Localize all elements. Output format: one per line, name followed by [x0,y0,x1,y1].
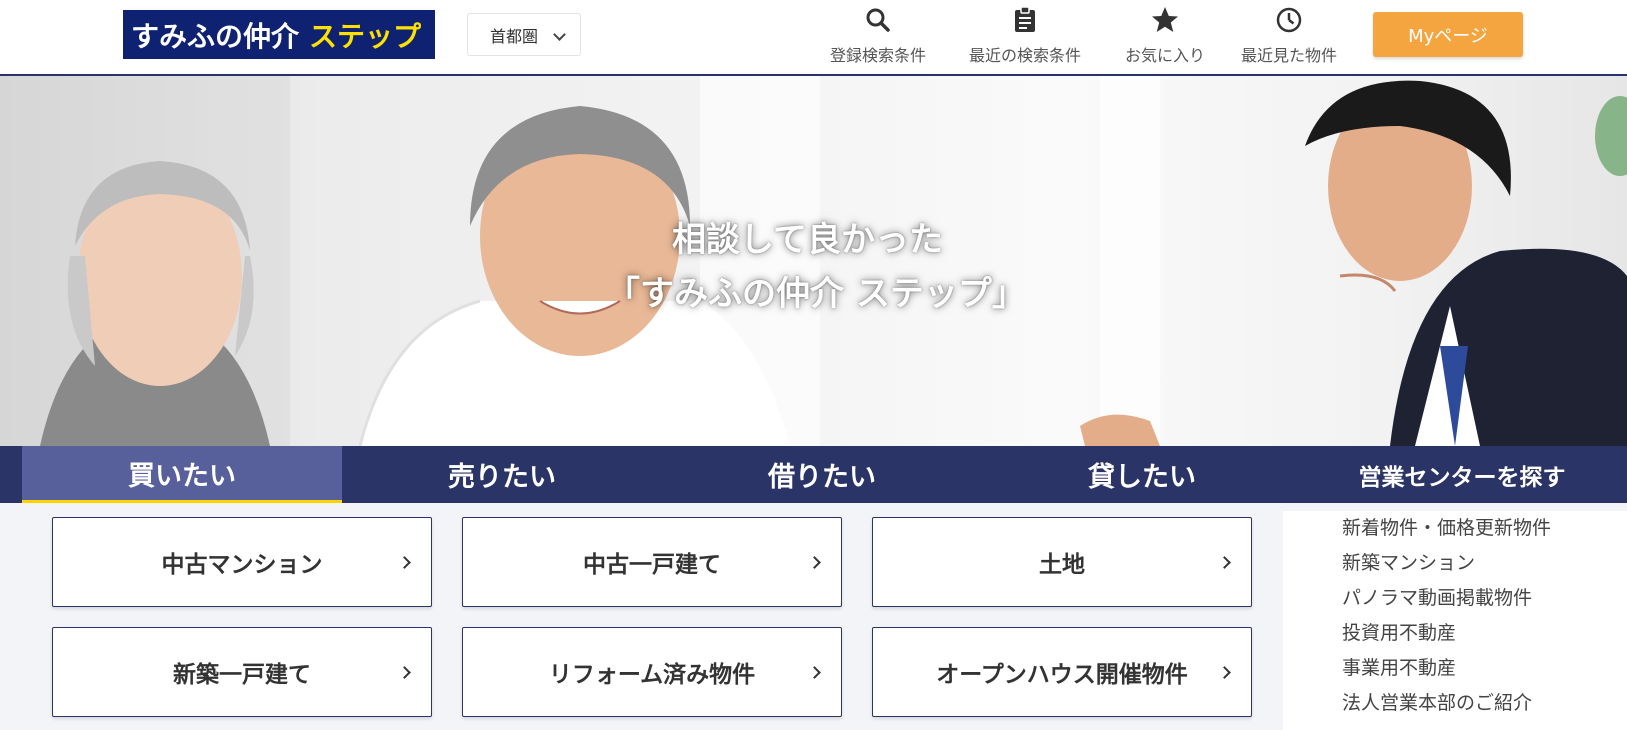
hero-banner: 相談して良かった 「すみふの仲介 ステップ」 [0,76,1627,446]
chevron-right-icon [808,556,821,569]
side-link-new-listings[interactable]: 新着物件・価格更新物件 [1342,511,1627,546]
category-renovated-label: リフォーム済み物件 [548,662,756,688]
region-select[interactable]: 首都圏 [467,13,581,56]
chevron-right-icon [1218,666,1231,679]
clock-icon [1233,6,1345,34]
side-link-business[interactable]: 事業用不動産 [1342,651,1627,686]
category-new-house-button[interactable]: 新築一戸建て [52,627,432,717]
side-link-investment[interactable]: 投資用不動産 [1342,616,1627,651]
tab-lease[interactable]: 貸したい [982,446,1302,503]
category-new-house-label: 新築一戸建て [173,662,311,688]
site-header: すみふの仲介 ステップ 首都圏 登録検索条件 最近の検索条件 お気に入り 最近見… [0,0,1627,76]
category-land-button[interactable]: 土地 [872,517,1252,607]
my-page-button[interactable]: Myページ [1373,12,1523,57]
nav-saved-search[interactable]: 登録検索条件 [823,6,933,65]
category-used-condo-label: 中古マンション [161,552,323,578]
site-logo[interactable]: すみふの仲介 ステップ [123,10,435,59]
side-link-corporate[interactable]: 法人営業本部のご紹介 [1342,686,1627,721]
category-used-condo-button[interactable]: 中古マンション [52,517,432,607]
chevron-right-icon [398,556,411,569]
hero-headline-line2: 「すみふの仲介 ステップ」 [606,274,1026,314]
nav-recent-search-label: 最近の検索条件 [968,46,1081,65]
logo-accent-text: ステップ [309,19,422,53]
hero-photo-people [40,80,1627,446]
nav-favorites-label: お気に入り [1124,46,1205,65]
region-select-value: 首都圏 [490,26,539,46]
chevron-down-icon [553,28,566,41]
side-link-new-condos[interactable]: 新築マンション [1342,546,1627,581]
nav-saved-search-label: 登録検索条件 [829,46,926,65]
chevron-right-icon [398,666,411,679]
chevron-right-icon [1218,556,1231,569]
category-used-house-button[interactable]: 中古一戸建て [462,517,842,607]
tab-buy[interactable]: 買いたい [22,446,342,503]
tab-sell[interactable]: 売りたい [342,446,662,503]
category-open-house-button[interactable]: オープンハウス開催物件 [872,627,1252,717]
category-renovated-button[interactable]: リフォーム済み物件 [462,627,842,717]
category-land-label: 土地 [1039,552,1085,578]
nav-favorites[interactable]: お気に入り [1115,6,1215,65]
chevron-right-icon [808,666,821,679]
category-open-house-label: オープンハウス開催物件 [936,662,1188,688]
star-icon [1115,6,1215,34]
side-link-panorama[interactable]: パノラマ動画掲載物件 [1342,581,1627,616]
tab-find-sales-center[interactable]: 営業センターを探す [1302,446,1622,503]
clipboard-icon [960,6,1090,34]
hero-headline-line1: 相談して良かった [672,220,943,260]
category-used-house-label: 中古一戸建て [583,552,721,578]
nav-recently-viewed[interactable]: 最近見た物件 [1233,6,1345,65]
main-tabs: 買いたい 売りたい 借りたい 貸したい 営業センターを探す [0,446,1627,503]
logo-main-text: すみふの仲介 [131,19,300,53]
search-icon [823,6,933,34]
nav-recently-viewed-label: 最近見た物件 [1240,46,1337,65]
nav-recent-search[interactable]: 最近の検索条件 [960,6,1090,65]
side-link-list: 新着物件・価格更新物件 新築マンション パノラマ動画掲載物件 投資用不動産 事業… [1283,511,1627,730]
tab-rent[interactable]: 借りたい [662,446,982,503]
